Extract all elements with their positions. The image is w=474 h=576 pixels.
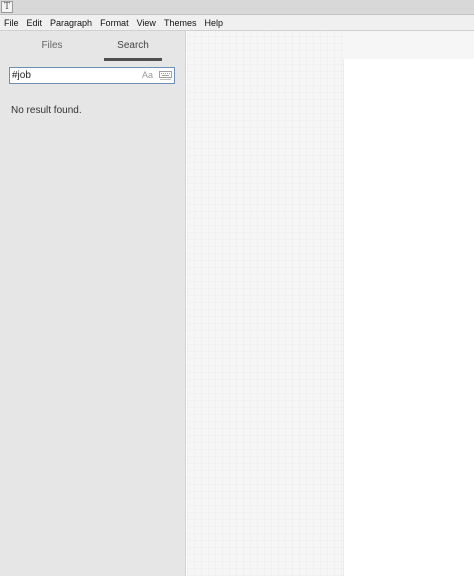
sidebar: Files Search Aa No result found. xyxy=(0,31,186,576)
menu-format[interactable]: Format xyxy=(100,15,129,31)
editor-document[interactable] xyxy=(343,59,474,576)
menu-file[interactable]: File xyxy=(4,15,19,31)
active-tab-indicator xyxy=(104,58,162,61)
match-case-icon[interactable]: Aa xyxy=(142,70,153,80)
title-bar: T xyxy=(0,0,474,15)
menu-paragraph[interactable]: Paragraph xyxy=(50,15,92,31)
search-box: Aa xyxy=(9,67,175,84)
search-input[interactable] xyxy=(12,68,136,83)
menu-themes[interactable]: Themes xyxy=(164,15,197,31)
regex-keyboard-icon[interactable] xyxy=(159,71,172,80)
search-result-message: No result found. xyxy=(11,105,82,116)
menu-edit[interactable]: Edit xyxy=(27,15,43,31)
editor-top-strip xyxy=(343,31,474,59)
menu-bar: File Edit Paragraph Format View Themes H… xyxy=(0,15,474,31)
app-icon: T xyxy=(1,1,13,13)
tab-search[interactable]: Search xyxy=(104,40,162,60)
menu-help[interactable]: Help xyxy=(204,15,223,31)
menu-view[interactable]: View xyxy=(137,15,156,31)
tab-files[interactable]: Files xyxy=(21,40,83,60)
sidebar-tabs: Files Search xyxy=(0,31,186,61)
